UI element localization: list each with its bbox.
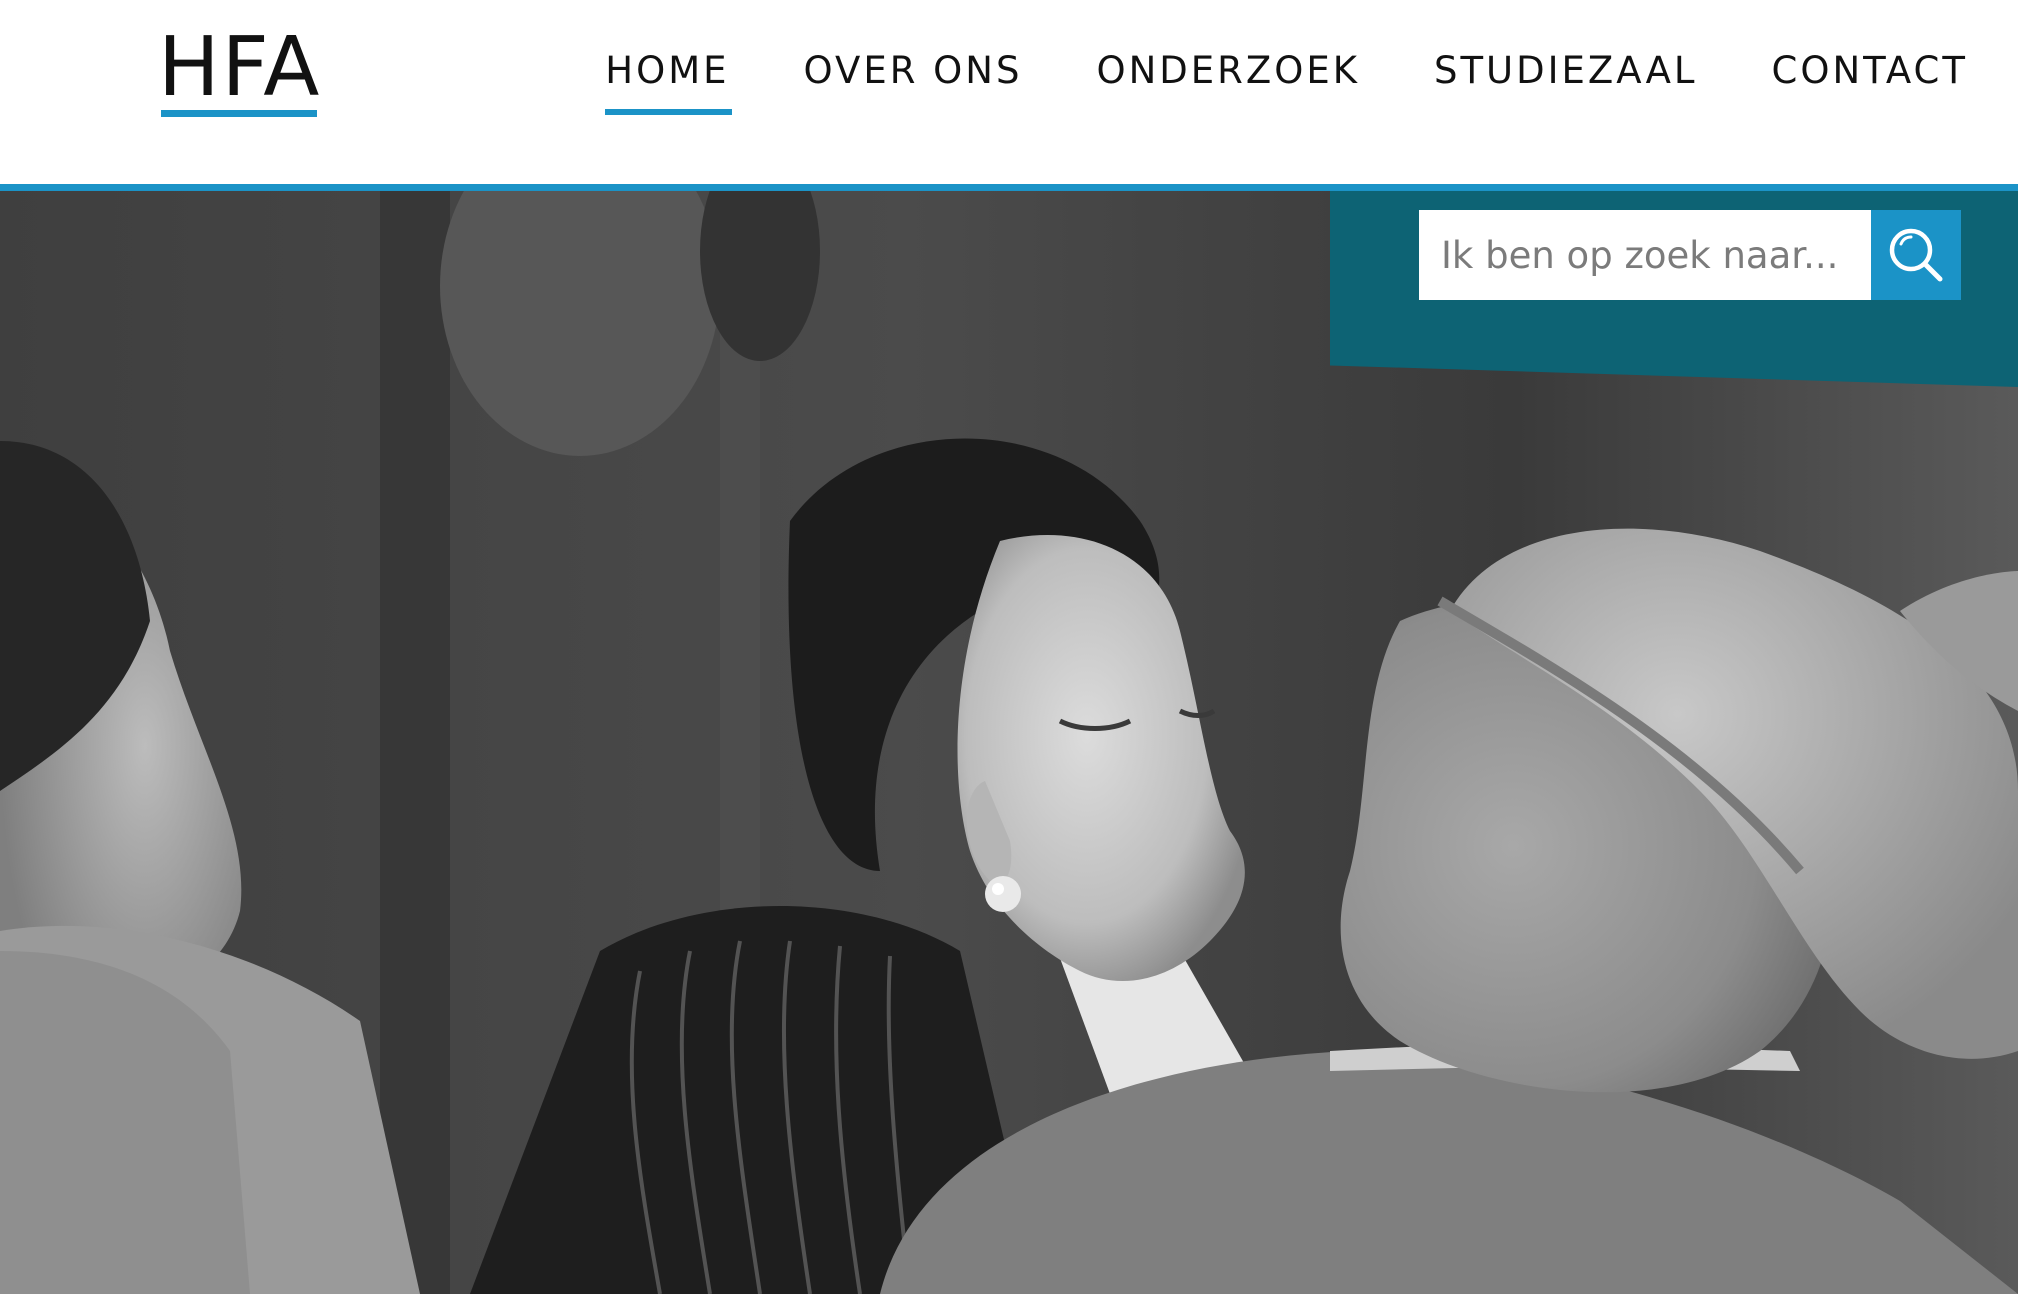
logo-text: HFA (158, 20, 322, 115)
header-divider (0, 184, 2018, 191)
site-header: HFA HOME OVER ONS ONDERZOEK STUDIEZAAL C… (0, 0, 2018, 186)
nav-item-home[interactable]: HOME (605, 46, 732, 118)
site-logo[interactable]: HFA (158, 24, 321, 120)
nav-item-onderzoek[interactable]: ONDERZOEK (1096, 46, 1360, 118)
nav-item-studiezaal[interactable]: STUDIEZAAL (1434, 46, 1698, 118)
nav-item-contact[interactable]: CONTACT (1772, 46, 1968, 118)
main-nav: HOME OVER ONS ONDERZOEK STUDIEZAAL CONTA… (531, 46, 1968, 118)
search-button[interactable] (1871, 210, 1961, 300)
search-input[interactable] (1419, 210, 1871, 300)
nav-item-over-ons[interactable]: OVER ONS (804, 46, 1023, 118)
search-icon (1889, 228, 1943, 282)
logo-underline (161, 110, 317, 117)
